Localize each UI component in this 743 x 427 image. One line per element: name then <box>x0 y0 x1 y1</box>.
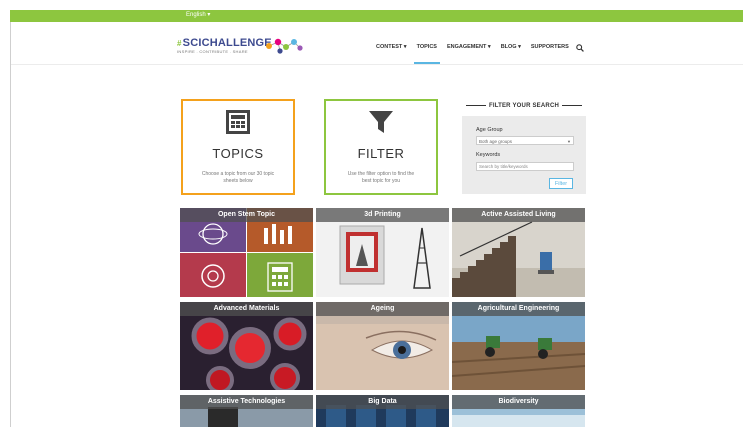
logo-title: SCICHALLENGE <box>182 37 272 49</box>
tile-advanced-materials[interactable]: Advanced Materials <box>180 302 313 390</box>
nav-engagement[interactable]: ENGAGEMENT ▾ <box>442 44 496 64</box>
tile-biodiversity[interactable]: Biodiversity <box>452 395 585 427</box>
tile-ageing[interactable]: Ageing <box>316 302 449 390</box>
tile-label: 3d Printing <box>316 208 449 222</box>
keywords-label: Keywords <box>476 152 501 158</box>
tile-active-assisted-living[interactable]: Active Assisted Living <box>452 208 585 297</box>
main-nav: CONTEST ▾ TOPICS ENGAGEMENT ▾ BLOG ▾ SUP… <box>371 44 574 64</box>
tile-assistive-technologies[interactable]: Assistive Technologies <box>180 395 313 427</box>
keywords-input[interactable]: Search by title/keywords <box>476 162 574 171</box>
tile-label: Biodiversity <box>452 395 585 409</box>
filter-box[interactable]: FILTER Use the filter option to find the… <box>324 99 438 195</box>
filter-heading: FILTER YOUR SEARCH <box>462 103 586 109</box>
site-logo[interactable]: #SCICHALLENGE INSPIRE . CONTRIBUTE . SHA… <box>177 37 272 54</box>
tile-open-stem-topic[interactable]: Open Stem Topic <box>180 208 313 297</box>
topics-icon <box>226 110 250 134</box>
topics-text: Choose a topic from our 30 topic sheets … <box>201 171 275 184</box>
filter-text: Use the filter option to find the best t… <box>347 171 415 184</box>
tile-3d-printing[interactable]: 3d Printing <box>316 208 449 297</box>
nav-blog[interactable]: BLOG ▾ <box>496 44 526 64</box>
tile-label: Ageing <box>316 302 449 316</box>
tile-label: Open Stem Topic <box>180 208 313 222</box>
language-selector[interactable]: English ▾ <box>186 11 210 18</box>
molecule-logo-icon <box>266 38 303 54</box>
logo-text: #SCICHALLENGE <box>177 37 272 49</box>
site-header: #SCICHALLENGE INSPIRE . CONTRIBUTE . SHA… <box>11 22 743 65</box>
filter-funnel-icon <box>369 111 393 133</box>
tile-label: Agricultural Engineering <box>452 302 585 316</box>
filter-title: FILTER <box>357 146 405 161</box>
age-group-value: Both age groups <box>479 139 513 144</box>
nav-topics[interactable]: TOPICS <box>412 44 442 64</box>
tile-label: Assistive Technologies <box>180 395 313 409</box>
age-group-select[interactable]: Both age groups ▼ <box>476 136 574 145</box>
chevron-down-icon: ▼ <box>567 139 571 144</box>
age-group-label: Age Group <box>476 127 503 133</box>
topics-box[interactable]: TOPICS Choose a topic from our 30 topic … <box>181 99 295 195</box>
topics-title: TOPICS <box>212 146 264 161</box>
logo-tagline: INSPIRE . CONTRIBUTE . SHARE <box>177 49 248 54</box>
filter-panel: Age Group Both age groups ▼ Keywords Sea… <box>462 116 586 194</box>
top-bar: English ▾ <box>10 10 743 22</box>
nav-supporters[interactable]: SUPPORTERS <box>526 44 574 64</box>
tile-big-data[interactable]: Big Data <box>316 395 449 427</box>
search-icon[interactable] <box>576 44 584 54</box>
tile-agricultural-engineering[interactable]: Agricultural Engineering <box>452 302 585 390</box>
logo-hash: # <box>177 39 182 48</box>
tile-label: Big Data <box>316 395 449 409</box>
filter-button[interactable]: Filter <box>549 178 573 189</box>
browser-frame-edge <box>10 10 11 427</box>
nav-contest[interactable]: CONTEST ▾ <box>371 44 412 64</box>
tile-label: Advanced Materials <box>180 302 313 316</box>
tile-label: Active Assisted Living <box>452 208 585 222</box>
